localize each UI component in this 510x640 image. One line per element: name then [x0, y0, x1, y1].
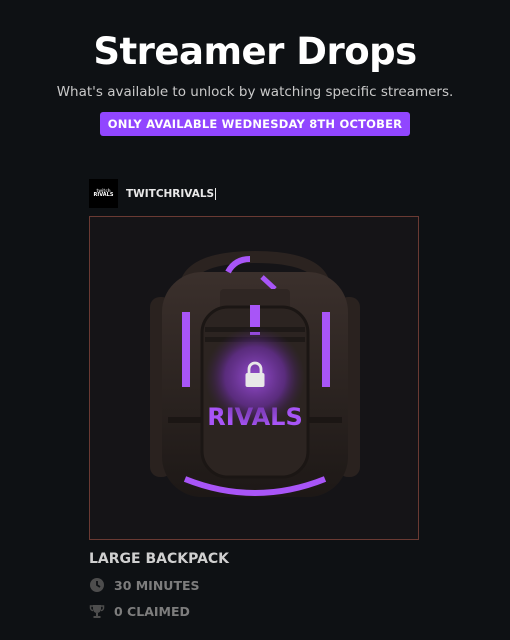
page-subtitle: What's available to unlock by watching s…	[56, 84, 454, 100]
drop-claimed-text: 0 CLAIMED	[114, 603, 190, 619]
backpack-image: RIVALS	[150, 250, 360, 497]
page-title: Streamer Drops	[93, 30, 417, 73]
availability-badge: ONLY AVAILABLE WEDNESDAY 8TH OCTOBER	[99, 112, 411, 136]
streamer-name[interactable]: TWITCHRIVALS	[126, 187, 217, 200]
drop-item-name: LARGE BACKPACK	[89, 551, 230, 567]
streamer-header[interactable]: twitch RIVALS TWITCHRIVALS	[89, 179, 217, 208]
trophy-icon	[89, 605, 105, 618]
availability-badge-wrap: ONLY AVAILABLE WEDNESDAY 8TH OCTOBER	[0, 112, 510, 136]
streamer-logo: twitch RIVALS	[89, 179, 118, 208]
drop-claimed: 0 CLAIMED	[89, 603, 190, 619]
streamer-drops-page: Streamer Drops What's available to unloc…	[0, 0, 510, 640]
drop-duration-text: 30 MINUTES	[114, 577, 200, 593]
drop-duration: 30 MINUTES	[89, 577, 200, 593]
clock-icon	[90, 578, 104, 592]
drop-card[interactable]: RIVALS	[89, 216, 419, 540]
